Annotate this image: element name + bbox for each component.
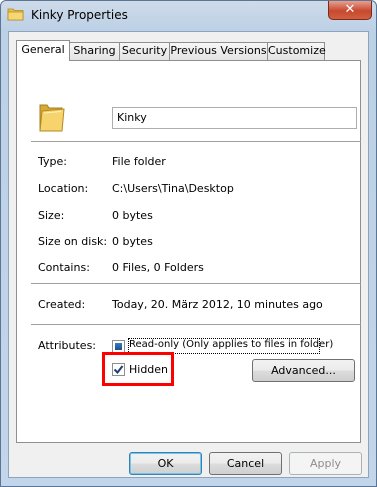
window-title: Kinky Properties xyxy=(31,8,128,22)
tab-customize[interactable]: Customize xyxy=(267,42,326,60)
size-on-disk-label: Size on disk: xyxy=(38,235,108,248)
location-value: C:\Users\Tina\Desktop xyxy=(112,182,234,195)
size-label: Size: xyxy=(38,209,65,222)
contains-value: 0 Files, 0 Folders xyxy=(112,261,204,274)
separator xyxy=(31,141,361,142)
advanced-button[interactable]: Advanced... xyxy=(252,359,355,382)
checkmark-icon xyxy=(113,365,124,375)
created-value: Today, 20. März 2012, 10 minutes ago xyxy=(112,298,323,311)
location-label: Location: xyxy=(38,182,89,195)
type-value: File folder xyxy=(112,155,166,168)
indeterminate-mark xyxy=(115,343,122,350)
attributes-label: Attributes: xyxy=(38,339,97,352)
folder-name-input[interactable]: Kinky xyxy=(112,107,357,129)
ok-button[interactable]: OK xyxy=(129,452,202,475)
title-bar[interactable]: Kinky Properties ✕ xyxy=(1,1,376,31)
readonly-label[interactable]: Read-only (Only applies to files in fold… xyxy=(129,339,333,350)
tab-security[interactable]: Security xyxy=(119,42,170,60)
close-icon: ✕ xyxy=(344,2,356,17)
cancel-button[interactable]: Cancel xyxy=(209,452,282,475)
folder-icon xyxy=(7,7,25,21)
contains-label: Contains: xyxy=(38,261,90,274)
folder-icon xyxy=(38,101,66,133)
tab-general[interactable]: General xyxy=(16,40,70,61)
type-label: Type: xyxy=(38,155,67,168)
properties-window: Kinky Properties ✕ General Sharing Secur… xyxy=(0,0,377,487)
created-label: Created: xyxy=(38,298,86,311)
general-panel: Kinky Type: File folder Location: C:\Use… xyxy=(16,60,361,443)
tab-sharing[interactable]: Sharing xyxy=(69,42,120,60)
size-on-disk-value: 0 bytes xyxy=(112,235,153,248)
hidden-label[interactable]: Hidden xyxy=(129,363,168,376)
separator xyxy=(31,324,361,325)
hidden-checkbox[interactable] xyxy=(112,363,125,376)
tab-previous-versions[interactable]: Previous Versions xyxy=(169,42,268,60)
apply-button[interactable]: Apply xyxy=(289,452,362,475)
separator xyxy=(31,283,361,284)
size-value: 0 bytes xyxy=(112,209,153,222)
close-button[interactable]: ✕ xyxy=(328,1,372,20)
dialog-client: General Sharing Security Previous Versio… xyxy=(8,31,369,478)
